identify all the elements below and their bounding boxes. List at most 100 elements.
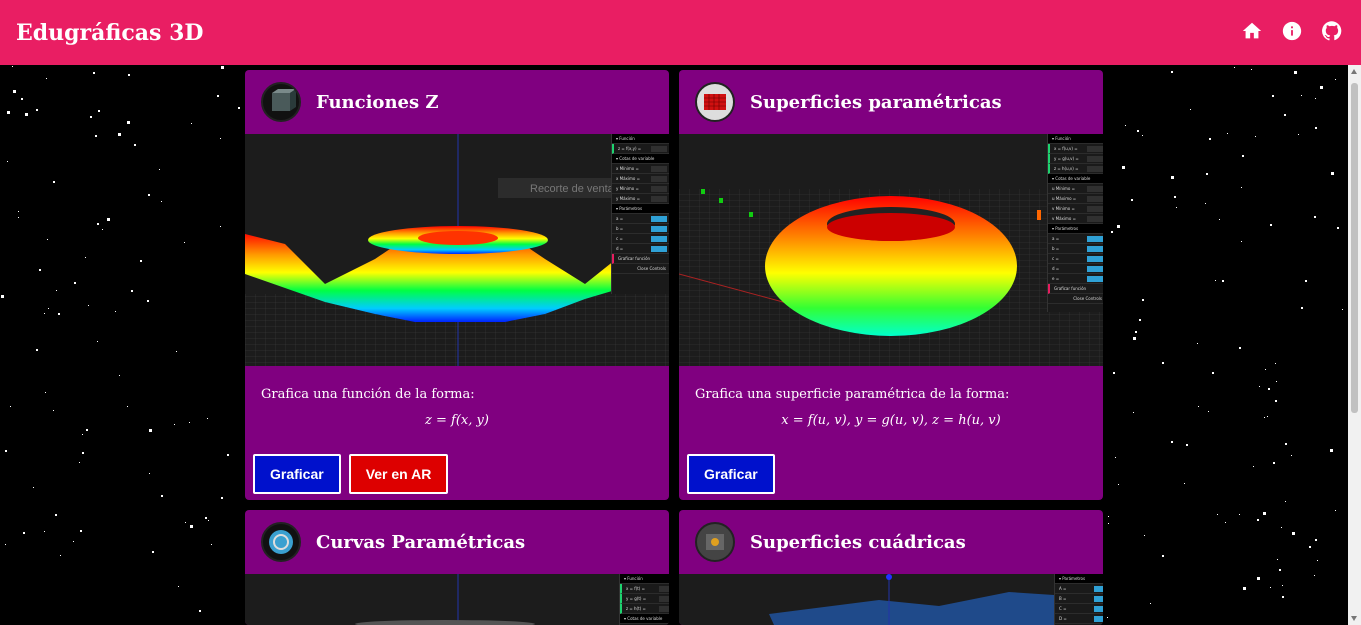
star: [1186, 444, 1188, 446]
graficar-button[interactable]: Graficar: [253, 454, 341, 494]
gui-row[interactable]: y = g(u,v) =: [1048, 154, 1103, 164]
star: [58, 313, 60, 315]
star: [149, 429, 152, 432]
gui-row[interactable]: d =: [1048, 264, 1103, 274]
gui-row[interactable]: b =: [612, 224, 669, 234]
star: [118, 133, 121, 136]
gui-folder[interactable]: ▾ Parámetros: [1048, 224, 1103, 234]
star: [1108, 516, 1109, 517]
gui-row[interactable]: y = g(t) =: [620, 594, 669, 604]
controls-panel[interactable]: ▾ Función z = f(x,y) = ▾ Cotas de variab…: [611, 134, 669, 294]
gui-row[interactable]: z = h(u,v) =: [1048, 164, 1103, 174]
github-icon[interactable]: [1321, 20, 1343, 42]
gui-row[interactable]: A =: [1055, 584, 1103, 594]
gui-row[interactable]: e =: [1048, 274, 1103, 284]
info-icon[interactable]: [1281, 20, 1303, 42]
star: [1253, 466, 1254, 467]
star: [80, 530, 82, 532]
star: [53, 410, 54, 411]
star: [95, 135, 97, 137]
gui-row[interactable]: u Mínimo =: [1048, 184, 1103, 194]
gui-folder[interactable]: ▾ Cotas de variable: [620, 614, 669, 624]
star: [1270, 587, 1271, 588]
star: [107, 218, 110, 221]
gui-row[interactable]: v Mínimo =: [1048, 204, 1103, 214]
star: [1242, 155, 1244, 157]
gui-row[interactable]: c =: [1048, 254, 1103, 264]
scroll-thumb[interactable]: [1351, 83, 1358, 413]
gui-row[interactable]: v Máximo =: [1048, 214, 1103, 224]
star: [1137, 130, 1139, 132]
star: [86, 429, 88, 431]
gui-row[interactable]: z = f(x,y) =: [612, 144, 669, 154]
star: [1317, 560, 1318, 561]
star: [97, 223, 99, 225]
gui-row[interactable]: u Máximo =: [1048, 194, 1103, 204]
gui-folder[interactable]: ▾ Parámetros: [1055, 574, 1103, 584]
gui-row[interactable]: x Máximo =: [612, 174, 669, 184]
gui-row[interactable]: y Máximo =: [612, 194, 669, 204]
card-header: Superficies paramétricas: [679, 70, 1103, 134]
page-scrollbar[interactable]: [1348, 65, 1361, 625]
star: [55, 514, 57, 516]
scroll-up-arrow-icon[interactable]: [1351, 69, 1357, 74]
star: [161, 201, 162, 202]
star: [1314, 216, 1316, 218]
home-icon[interactable]: [1241, 20, 1263, 42]
graficar-button[interactable]: Graficar: [687, 454, 775, 494]
gui-row[interactable]: a =: [1048, 234, 1103, 244]
gui-row[interactable]: y Mínimo =: [612, 184, 669, 194]
scroll-down-arrow-icon[interactable]: [1351, 616, 1357, 621]
star: [1241, 241, 1242, 242]
gui-row[interactable]: x Mínimo =: [612, 164, 669, 174]
card-title: Curvas Paramétricas: [316, 531, 526, 553]
star: [1305, 280, 1307, 282]
gui-row[interactable]: B =: [1055, 594, 1103, 604]
controls-panel[interactable]: ▾ Función x = f(t) = y = g(t) = z = h(t)…: [619, 574, 669, 625]
gui-row[interactable]: d =: [612, 244, 669, 254]
star: [53, 181, 55, 183]
gui-row[interactable]: c =: [612, 234, 669, 244]
star: [74, 282, 76, 284]
star: [1197, 343, 1198, 344]
gui-row[interactable]: Graficar función: [1048, 284, 1103, 294]
top-app-bar: Edugráficas 3D: [0, 0, 1361, 65]
gui-folder[interactable]: ▾ Cotas de variable: [612, 154, 669, 164]
star: [1337, 227, 1339, 229]
gui-row[interactable]: Close Controls: [612, 264, 669, 274]
star: [82, 452, 84, 454]
card-title: Funciones Z: [316, 91, 439, 113]
gui-folder[interactable]: ▾ Parámetros: [612, 204, 669, 214]
controls-panel[interactable]: ▾ Parámetros A = B = C = D =: [1054, 574, 1103, 625]
gui-row[interactable]: x = f(t) =: [620, 584, 669, 594]
star: [97, 341, 98, 342]
card-superficies-cuadricas: Superficies cuádricas ▾ Parámetros A = B…: [679, 510, 1103, 625]
star: [98, 110, 100, 112]
gui-row[interactable]: Close Controls: [1048, 294, 1103, 304]
star: [1265, 369, 1266, 370]
ver-en-ar-button[interactable]: Ver en AR: [348, 454, 449, 494]
star: [1273, 462, 1275, 464]
gui-folder[interactable]: ▾ Función: [620, 574, 669, 584]
star: [48, 308, 49, 309]
gui-folder[interactable]: ▾ Función: [612, 134, 669, 144]
gui-row[interactable]: D =: [1055, 614, 1103, 624]
avatar: [261, 522, 301, 562]
gui-folder[interactable]: ▾ Función: [1048, 134, 1103, 144]
gui-folder[interactable]: ▾ Cotas de variable: [1048, 174, 1103, 184]
star: [1135, 331, 1137, 333]
card-header: Superficies cuádricas: [679, 510, 1103, 574]
app-title[interactable]: Edugráficas 3D: [16, 20, 203, 46]
gui-row[interactable]: Graficar función: [612, 254, 669, 264]
star: [140, 260, 142, 262]
gui-row[interactable]: z = h(t) =: [620, 604, 669, 614]
gui-row[interactable]: C =: [1055, 604, 1103, 614]
star: [161, 495, 163, 497]
star: [1171, 441, 1173, 443]
controls-panel[interactable]: ▾ Función x = f(u,v) = y = g(u,v) = z = …: [1047, 134, 1103, 312]
gui-row[interactable]: b =: [1048, 244, 1103, 254]
star: [1301, 307, 1303, 309]
gui-row[interactable]: a =: [612, 214, 669, 224]
nav-icons: [1241, 20, 1343, 42]
gui-row[interactable]: x = f(u,v) =: [1048, 144, 1103, 154]
